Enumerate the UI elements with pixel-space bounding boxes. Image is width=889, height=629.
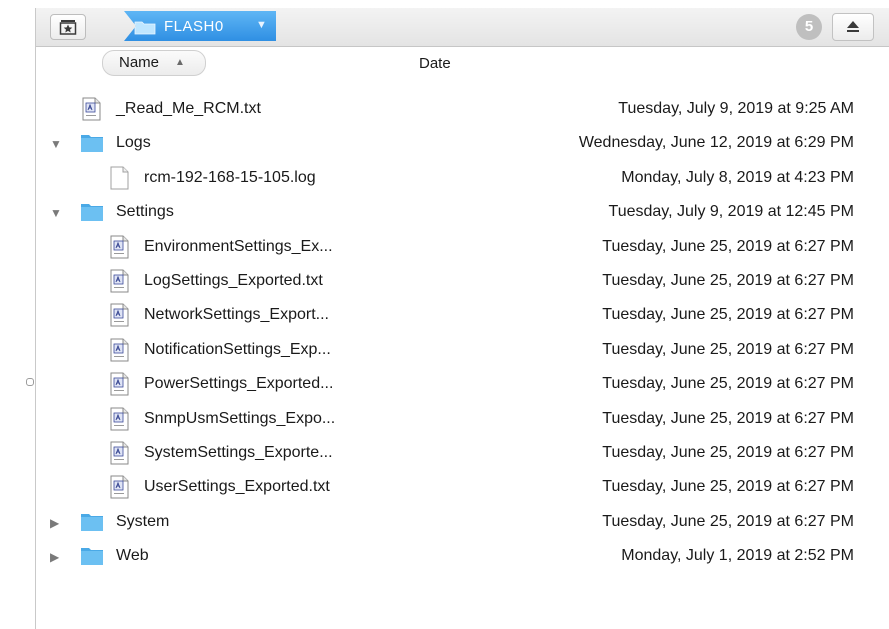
item-name: _Read_Me_RCM.txt: [116, 100, 261, 117]
folder-icon: [80, 511, 103, 535]
file-row[interactable]: PowerSettings_Exported... Tuesday, June 2…: [36, 368, 889, 402]
document-icon: [108, 166, 130, 190]
item-name: Web: [116, 547, 149, 565]
item-name: UserSettings_Exported.txt: [144, 478, 330, 496]
item-name: NetworkSettings_Export...: [144, 306, 329, 324]
file-row[interactable]: EnvironmentSettings_Ex... Tuesday, June 2…: [36, 231, 889, 265]
favorites-icon: [59, 20, 77, 35]
chevron-down-icon[interactable]: ▼: [256, 19, 267, 31]
finder-window: FLASH0 ▼ 5 Name ▲ Date _Read_Me_RCM.txt T…: [35, 8, 889, 629]
file-list: _Read_Me_RCM.txt Tuesday, July 9, 2019 at…: [36, 93, 889, 574]
item-name: SystemSettings_Exporte...: [144, 443, 333, 461]
name-column-label: Name: [119, 54, 160, 71]
file-row[interactable]: UserSettings_Exported.txt Tuesday, June 2…: [36, 471, 889, 505]
item-date: Tuesday, July 9, 2019 at 12:45 PM: [608, 203, 854, 221]
folder-icon: [80, 132, 103, 156]
favorites-button[interactable]: [50, 14, 86, 40]
item-name: Settings: [116, 203, 174, 221]
folder-row[interactable]: ▼ Logs Wednesday, June 12, 2019 at 6:29 PM: [36, 127, 889, 161]
item-name: PowerSettings_Exported...: [144, 375, 334, 393]
file-row[interactable]: NotificationSettings_Exp... Tuesday, June…: [36, 334, 889, 368]
name-column-header[interactable]: Name ▲: [102, 50, 206, 76]
item-date: Tuesday, June 25, 2019 at 6:27 PM: [602, 271, 854, 289]
text-document-icon: [108, 407, 130, 431]
item-date: Tuesday, June 25, 2019 at 6:27 PM: [602, 512, 854, 530]
item-date: Tuesday, June 25, 2019 at 6:27 PM: [602, 409, 854, 427]
file-row[interactable]: SystemSettings_Exporte... Tuesday, June 2…: [36, 437, 889, 471]
item-name: LogSettings_Exported.txt: [144, 271, 323, 289]
text-document-icon: [108, 441, 130, 465]
item-date: Monday, July 1, 2019 at 2:52 PM: [621, 547, 854, 565]
file-row[interactable]: _Read_Me_RCM.txt Tuesday, July 9, 2019 at…: [36, 93, 889, 127]
file-row[interactable]: SnmpUsmSettings_Expo... Tuesday, June 25,…: [36, 403, 889, 437]
sort-ascending-icon: ▲: [175, 57, 185, 68]
file-row[interactable]: NetworkSettings_Export... Tuesday, June 2…: [36, 299, 889, 333]
item-name: Logs: [116, 134, 151, 152]
item-name: rcm-192-168-15-105.log: [144, 168, 316, 186]
folder-row[interactable]: ▼ Settings Tuesday, July 9, 2019 at 12:45 …: [36, 196, 889, 230]
path-breadcrumb[interactable]: FLASH0 ▼: [124, 11, 276, 41]
folder-icon: [134, 21, 156, 35]
item-date: Tuesday, June 25, 2019 at 6:27 PM: [602, 375, 854, 393]
column-header: Name ▲ Date: [36, 47, 889, 77]
date-column-header[interactable]: Date: [419, 55, 451, 72]
item-date: Monday, July 8, 2019 at 4:23 PM: [621, 168, 854, 186]
item-date: Wednesday, June 12, 2019 at 6:29 PM: [578, 134, 854, 152]
text-document-icon: [108, 372, 130, 396]
breadcrumb-label: FLASH0: [164, 18, 224, 35]
toolbar: FLASH0 ▼ 5: [36, 8, 889, 47]
item-name: SnmpUsmSettings_Expo...: [144, 409, 336, 427]
item-date: Tuesday, June 25, 2019 at 6:27 PM: [602, 237, 854, 255]
text-document-icon: [108, 303, 130, 327]
text-document-icon: [80, 97, 102, 121]
item-date: Tuesday, June 25, 2019 at 6:27 PM: [602, 478, 854, 496]
item-date: Tuesday, June 25, 2019 at 6:27 PM: [602, 306, 854, 324]
folder-icon: [80, 545, 103, 569]
text-document-icon: [108, 269, 130, 293]
text-document-icon: [108, 475, 130, 499]
text-document-icon: [108, 338, 130, 362]
item-name: EnvironmentSettings_Ex...: [144, 237, 333, 255]
file-row[interactable]: LogSettings_Exported.txt Tuesday, June 25…: [36, 265, 889, 299]
item-date: Tuesday, July 9, 2019 at 9:25 AM: [618, 100, 854, 117]
disclosure-expanded-icon[interactable]: ▼: [50, 137, 62, 151]
folder-row[interactable]: ▶ System Tuesday, June 25, 2019 at 6:27 PM: [36, 506, 889, 540]
eject-icon: [847, 21, 859, 32]
item-date: Tuesday, June 25, 2019 at 6:27 PM: [602, 443, 854, 461]
item-date: Tuesday, June 25, 2019 at 6:27 PM: [602, 340, 854, 358]
disclosure-collapsed-icon[interactable]: ▶: [50, 516, 59, 530]
item-name: System: [116, 512, 170, 530]
disclosure-collapsed-icon[interactable]: ▶: [50, 550, 59, 564]
folder-row[interactable]: ▶ Web Monday, July 1, 2019 at 2:52 PM: [36, 540, 889, 574]
folder-icon: [80, 201, 103, 225]
disclosure-expanded-icon[interactable]: ▼: [50, 206, 62, 220]
file-row[interactable]: rcm-192-168-15-105.log Monday, July 8, 20…: [36, 162, 889, 196]
window-resize-handle[interactable]: [26, 378, 34, 386]
item-name: NotificationSettings_Exp...: [144, 340, 331, 358]
text-document-icon: [108, 235, 130, 259]
eject-button[interactable]: [832, 13, 874, 41]
item-count-badge: 5: [796, 14, 822, 40]
